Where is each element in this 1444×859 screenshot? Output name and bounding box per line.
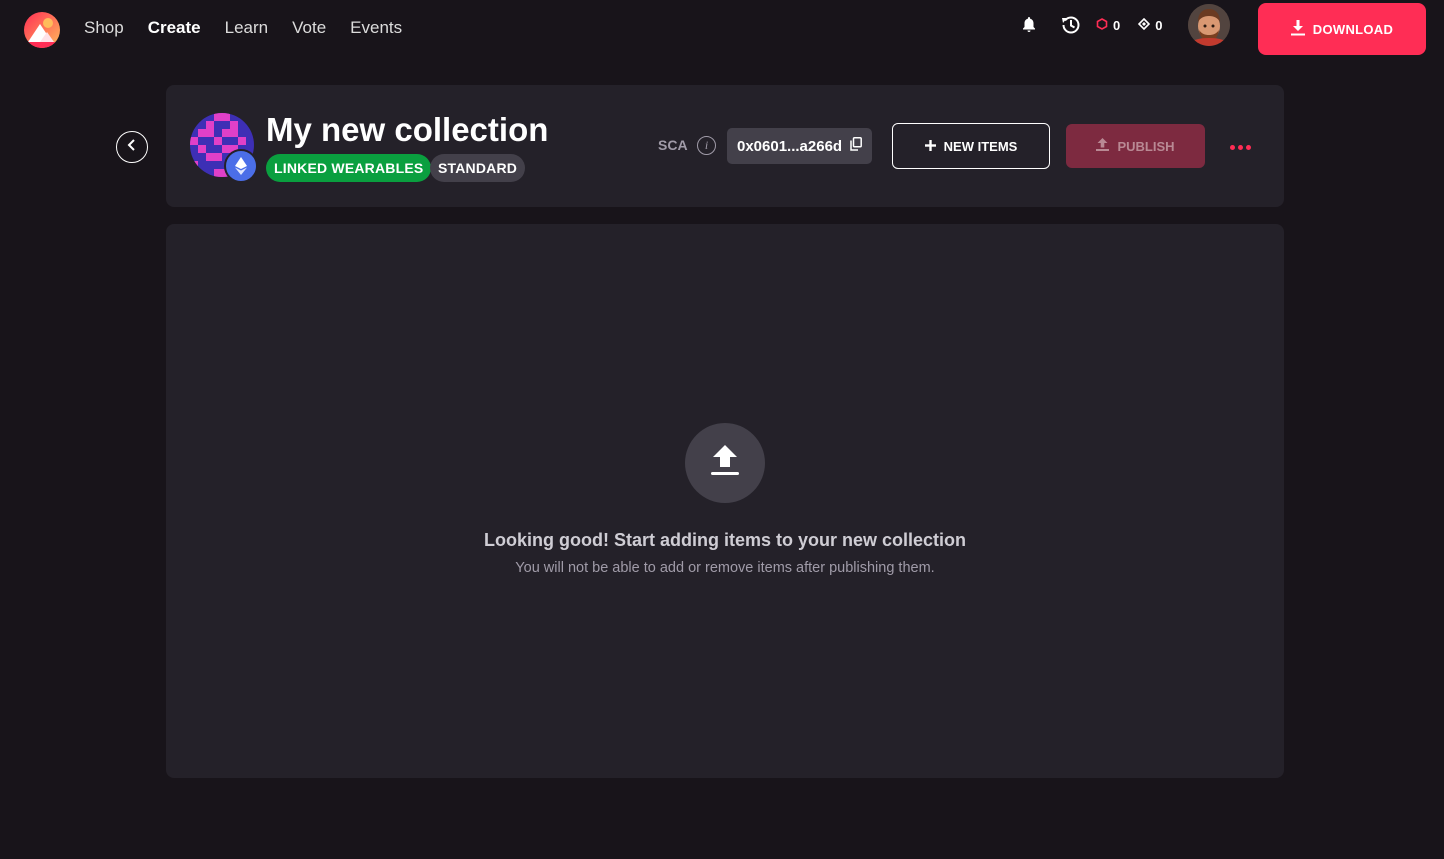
- sca-label: SCA: [658, 137, 688, 153]
- nav-item-create[interactable]: Create: [148, 18, 201, 38]
- polygon-mana-balance[interactable]: 0: [1096, 18, 1120, 33]
- nav-item-learn[interactable]: Learn: [225, 18, 268, 38]
- new-items-button[interactable]: NEW ITEMS: [892, 123, 1050, 169]
- user-tools: 0 0: [1018, 14, 1162, 36]
- address-value: 0x0601...a266d: [737, 137, 843, 155]
- history-icon[interactable]: [1060, 14, 1082, 36]
- nav-item-shop[interactable]: Shop: [84, 18, 124, 38]
- publish-label: PUBLISH: [1117, 138, 1175, 154]
- nav-item-vote[interactable]: Vote: [292, 18, 326, 38]
- linked-wearables-tag: LINKED WEARABLES: [266, 154, 432, 182]
- page-title: My new collection: [266, 111, 549, 148]
- new-items-label: NEW ITEMS: [943, 138, 1018, 154]
- avatar[interactable]: [1188, 4, 1230, 46]
- bell-icon[interactable]: [1018, 14, 1040, 36]
- polygon-mana-count: 0: [1113, 17, 1121, 33]
- back-button[interactable]: [116, 131, 148, 163]
- chevron-left-icon: [127, 138, 137, 156]
- ethereum-mana-count: 0: [1155, 17, 1163, 33]
- plus-icon: [924, 139, 936, 154]
- download-label: DOWNLOAD: [1312, 21, 1394, 37]
- address-copy-field[interactable]: 0x0601...a266d: [727, 128, 873, 164]
- items-empty-state: Looking good! Start adding items to your…: [166, 224, 1284, 778]
- publish-button[interactable]: PUBLISH: [1066, 124, 1205, 168]
- standard-tag: STANDARD: [430, 154, 526, 182]
- info-icon[interactable]: i: [697, 136, 716, 155]
- collection-header: My new collection LINKED WEARABLES STAND…: [166, 85, 1284, 207]
- ethereum-mana-icon: [1138, 17, 1151, 33]
- upload-icon: [1096, 138, 1110, 154]
- copy-icon[interactable]: [850, 137, 863, 155]
- download-button[interactable]: DOWNLOAD: [1258, 3, 1426, 55]
- top-navbar: Shop Create Learn Vote Events 0 0 DOWNLO…: [0, 0, 1444, 58]
- main-nav: Shop Create Learn Vote Events: [84, 18, 402, 38]
- upload-icon: [711, 444, 739, 482]
- ethereum-icon: [224, 149, 258, 183]
- decentraland-logo-icon[interactable]: [24, 12, 60, 48]
- download-icon: [1290, 19, 1305, 39]
- empty-state-title: Looking good! Start adding items to your…: [483, 530, 966, 550]
- nav-item-events[interactable]: Events: [350, 18, 402, 38]
- empty-state-subtitle: You will not be able to add or remove it…: [515, 560, 935, 576]
- upload-items-button[interactable]: [685, 423, 765, 503]
- more-dots-icon[interactable]: [1230, 145, 1251, 150]
- ethereum-mana-balance[interactable]: 0: [1138, 17, 1163, 33]
- polygon-mana-icon: [1096, 17, 1108, 33]
